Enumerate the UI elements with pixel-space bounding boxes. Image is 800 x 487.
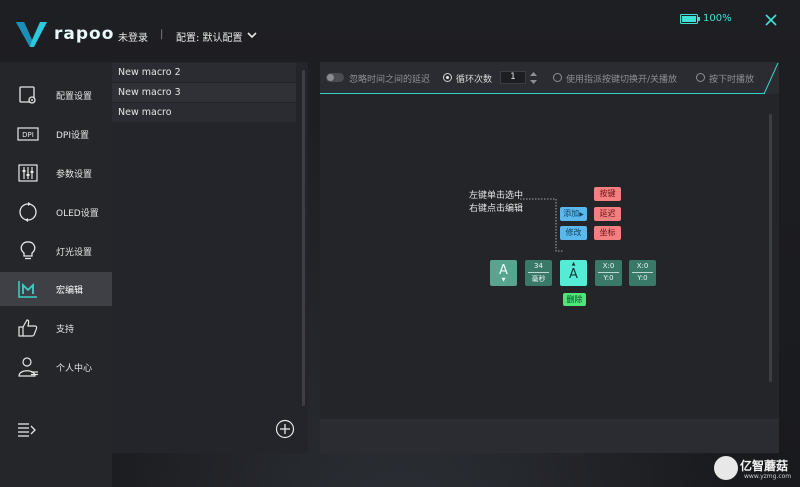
coord-y: Y:0 [603,274,614,282]
macro-name: New macro 3 [118,87,181,98]
coord-button[interactable]: 坐标 [594,226,621,240]
chevron-down-icon[interactable] [246,29,258,41]
toolbar-corner-decoration [763,62,779,95]
top-bar: rapoo 未登录 | 配置: 默认配置 100% [0,0,800,58]
sidebar-item-label: 灯光设置 [56,248,93,258]
battery-icon [680,14,700,24]
sidebar-item-parameters[interactable]: 参数设置 [0,156,112,190]
header-separator: | [160,29,164,40]
macro-name: New macro 2 [118,67,181,78]
caret-down-icon: ▼ [501,277,506,283]
sidebar-item-macro[interactable]: 宏编辑 [0,272,112,306]
svg-text:DPI: DPI [22,131,34,139]
macro-name: New macro [118,107,172,118]
thumbs-up-icon [18,319,38,337]
coord-x: X:0 [602,262,615,270]
hint-right-click: 右键点击编辑 [469,204,524,214]
sidebar-item-label: 配置设置 [56,92,93,102]
chip-divider [528,272,549,273]
key-letter: A [499,263,508,278]
sidebar-item-dpi[interactable]: DPI DPI设置 [0,117,112,151]
battery-percent: 100% [703,13,732,24]
sidebar-item-label: 参数设置 [56,170,93,180]
loop-count-label: 循环次数 [456,75,493,85]
toolbar-accent-line [320,93,765,94]
editor-scrollbar[interactable] [769,114,772,382]
delete-button[interactable]: 删除 [563,293,586,306]
play-on-hold-label: 按下时播放 [709,75,755,85]
sidebar-item-lighting[interactable]: 灯光设置 [0,234,112,268]
sidebar-item-oled[interactable]: OLED设置 [0,195,112,229]
editor-footer [320,419,779,453]
coord-y: Y:0 [637,274,648,282]
list-scrollbar[interactable] [302,70,305,406]
logo-v-icon [16,22,47,47]
editor-toolbar: 忽略时间之间的延迟 循环次数 1 使用指派按键切换开/关播放 按下时播放 [320,62,779,95]
loop-count-radio[interactable] [443,73,452,82]
coord-x: X:0 [636,262,649,270]
chip-divider [632,272,653,273]
sidebar-item-label: 个人中心 [56,364,93,374]
macro-step-coord[interactable]: X:0 Y:0 [629,260,656,286]
user-icon [18,357,38,377]
sidebar-item-support[interactable]: 支持 [0,311,112,345]
rapoo-logo: rapoo [16,20,116,48]
macro-step-delay[interactable]: 34 毫秒 [525,260,552,286]
watermark-text: 亿智蘑菇 [740,459,789,473]
toggle-on-press-radio[interactable] [553,73,562,82]
sidebar-item-label: DPI设置 [56,131,90,141]
profile-selector[interactable]: 配置: 默认配置 [176,29,243,44]
delay-unit: 毫秒 [531,275,546,283]
settings-card-icon [19,86,36,104]
macro-list-item[interactable]: New macro 3 [112,83,296,102]
macro-step-selected-key[interactable]: ▲ A [560,260,587,286]
selected-key-letter: A [569,267,578,282]
add-button-label: 添加 [563,209,580,218]
sliders-icon [18,164,38,182]
menu-collapse-icon[interactable] [17,421,37,439]
play-on-hold-radio[interactable] [696,73,705,82]
add-macro-icon[interactable] [275,419,295,439]
toggle-on-press-label: 使用指派按键切换开/关播放 [566,75,678,85]
add-button[interactable]: 添加▶ [560,207,587,221]
macro-list-item[interactable]: New macro 2 [112,63,296,82]
loop-count-input[interactable]: 1 [500,71,526,84]
lightbulb-icon [20,241,36,260]
edit-button[interactable]: 修改 [560,226,587,240]
delay-value: 34 [534,262,543,270]
watermark-url: www.yzmg.com [744,473,792,480]
close-icon[interactable] [764,13,778,27]
sidebar-item-label: OLED设置 [56,209,99,219]
dpi-icon: DPI [17,127,39,141]
app-window: rapoo 未登录 | 配置: 默认配置 100% 配置设置 DPI DPI设置… [0,0,800,487]
chip-divider [598,272,619,273]
macro-step-key[interactable]: A ▼ [490,260,517,286]
macro-step-coord[interactable]: X:0 Y:0 [595,260,622,286]
sidebar-item-profile-settings[interactable]: 配置设置 [0,78,112,112]
caret-right-icon: ▶ [579,211,584,218]
sidebar-item-user-center[interactable]: 个人中心 [0,350,112,384]
ignore-delay-toggle[interactable] [326,73,344,82]
logo-text: rapoo [54,24,115,44]
macro-list-item[interactable]: New macro [112,103,296,122]
sidebar: 配置设置 DPI DPI设置 参数设置 OLED设置 灯光设置 宏编辑 支持 个… [0,62,112,487]
hint-left-click: 左键单击选中 [469,191,524,201]
key-button[interactable]: 按键 [594,187,621,201]
login-status[interactable]: 未登录 [118,29,148,44]
delay-button[interactable]: 延迟 [594,207,621,221]
sidebar-item-label: 支持 [56,325,75,335]
watermark: 亿智蘑菇 www.yzmg.com [714,456,794,484]
macro-icon [18,281,37,298]
macro-list-panel: New macro 2 New macro 3 New macro [112,62,308,453]
oled-refresh-icon [19,202,37,222]
loop-count-stepper-icon[interactable] [529,71,538,85]
hint-connector-line [520,198,564,252]
ignore-delay-label: 忽略时间之间的延迟 [349,75,431,85]
macro-editor-panel: 忽略时间之间的延迟 循环次数 1 使用指派按键切换开/关播放 按下时播放 左键单… [320,62,779,453]
watermark-mushroom-icon [714,456,738,480]
sidebar-item-label: 宏编辑 [56,286,84,296]
